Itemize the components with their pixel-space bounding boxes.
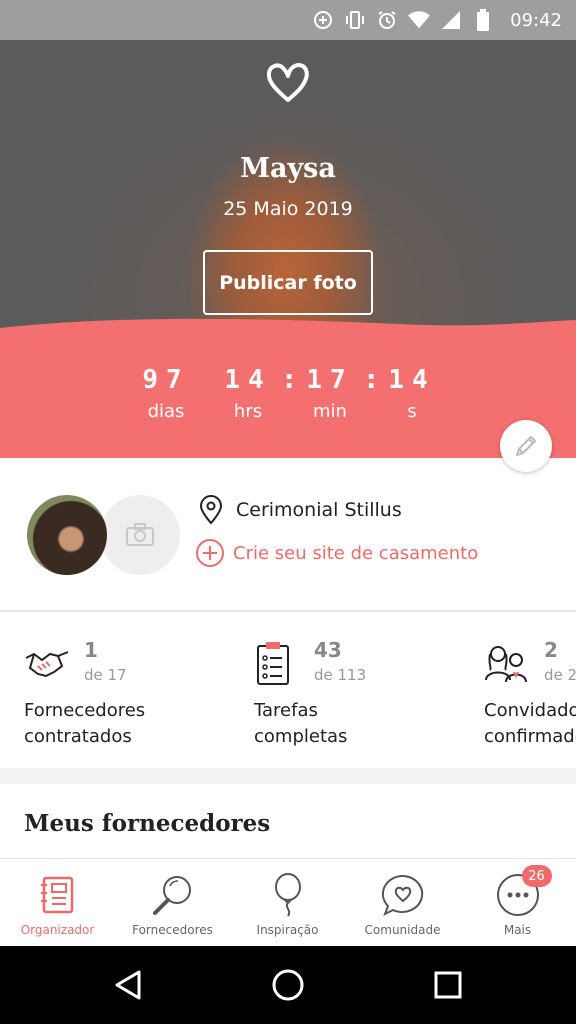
home-icon — [272, 969, 304, 1001]
nav-label: Comunidade — [364, 923, 441, 937]
countdown-hours: 14 — [224, 365, 272, 395]
home-button[interactable] — [268, 965, 308, 1005]
vendor-name: Cerimonial Stillus — [236, 499, 402, 521]
countdown-seconds-label: s — [407, 401, 417, 422]
nav-label: Organizador — [20, 923, 95, 937]
nav-fornecedores[interactable]: Fornecedores — [115, 859, 230, 947]
location-pin-icon — [199, 495, 223, 525]
countdown-days: 97 — [142, 365, 190, 395]
countdown-minutes-label: min — [313, 401, 347, 422]
section-title: Meus fornecedores — [24, 810, 271, 837]
countdown-days-label: dias — [147, 401, 185, 422]
system-navigation-bar — [0, 946, 576, 1024]
edit-button[interactable] — [500, 420, 552, 472]
add-circle-icon — [196, 539, 224, 567]
more-icon: 26 — [494, 865, 552, 919]
status-bar: 09:42 — [0, 0, 576, 40]
status-time: 09:42 — [510, 9, 562, 31]
countdown-hours-label: hrs — [233, 401, 263, 422]
nav-label: Fornecedores — [132, 923, 213, 937]
wedding-date: 25 Maio 2019 — [223, 198, 353, 220]
stat-total: de 113 — [314, 666, 367, 684]
nav-label: Inspiração — [256, 923, 319, 937]
stat-total: de 2 — [544, 666, 576, 684]
stat-count: 43 — [314, 638, 342, 662]
nav-inspiracao[interactable]: Inspiração — [230, 859, 345, 947]
countdown-minutes: 17 — [306, 365, 354, 395]
stat-count: 2 — [544, 638, 558, 662]
vibrate-icon — [344, 9, 366, 31]
countdown-seconds: 14 — [388, 365, 436, 395]
create-site-link[interactable]: Crie seu site de casamento — [195, 538, 478, 568]
divider — [0, 610, 576, 612]
couple-name: Maysa — [240, 153, 336, 184]
nav-label: Mais — [503, 923, 532, 937]
data-saver-icon — [312, 9, 334, 31]
partner-photo-placeholder[interactable] — [100, 495, 180, 575]
camera-icon — [126, 523, 154, 546]
stat-label: Fornecedores contratados — [24, 700, 146, 747]
nav-comunidade[interactable]: Comunidade — [345, 859, 460, 947]
back-icon — [115, 970, 141, 1000]
avatar[interactable] — [27, 495, 107, 575]
wifi-icon — [408, 9, 431, 31]
hero-banner: Maysa 25 Maio 2019 Publicar foto 97 14 :… — [0, 40, 576, 458]
nav-organizador[interactable]: Organizador — [0, 859, 115, 947]
battery-icon — [472, 9, 494, 31]
stat-total: de 17 — [84, 666, 127, 684]
alarm-icon — [376, 9, 398, 31]
back-button[interactable] — [108, 965, 148, 1005]
balloon-icon — [264, 871, 312, 919]
countdown: 97 14 : 17 : 14 dias hrs min s — [0, 365, 576, 425]
search-icon — [149, 871, 197, 919]
stat-label: Convidados confirmados — [484, 700, 576, 747]
notification-badge: 26 — [521, 865, 552, 887]
signal-icon — [440, 9, 462, 31]
create-site-label: Crie seu site de casamento — [233, 542, 479, 564]
handshake-icon — [25, 651, 69, 678]
nav-mais[interactable]: 26 Mais — [460, 859, 575, 947]
vendor-row[interactable]: Cerimonial Stillus — [198, 495, 402, 525]
heart-logo-icon — [266, 63, 309, 102]
organizer-icon — [34, 871, 82, 919]
section-divider — [0, 768, 576, 784]
clipboard-checklist-icon — [257, 642, 289, 685]
pencil-icon — [516, 436, 536, 456]
stat-count: 1 — [84, 638, 98, 662]
guests-icon — [485, 646, 527, 683]
recents-button[interactable] — [428, 965, 468, 1005]
bottom-navigation: Organizador Fornecedores Inspiração Comu… — [0, 858, 576, 946]
publish-photo-button[interactable]: Publicar foto — [203, 250, 373, 315]
stat-label: Tarefas completas — [254, 700, 348, 747]
recents-icon — [434, 971, 462, 999]
chat-heart-icon — [379, 871, 427, 919]
